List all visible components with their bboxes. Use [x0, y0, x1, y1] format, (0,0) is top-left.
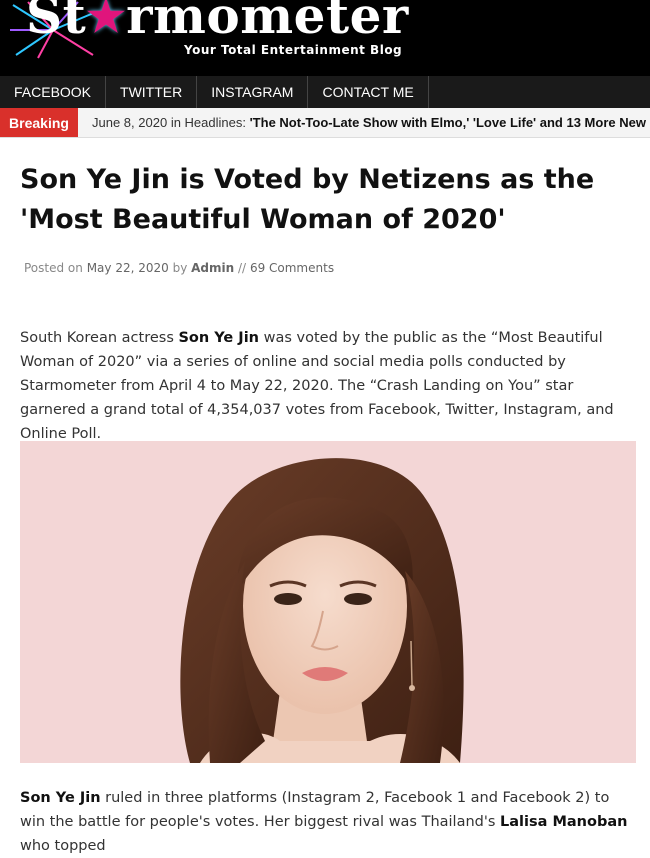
- p1-text-b: was voted by the public as the “Most Bea…: [20, 330, 614, 442]
- breaking-headline-link[interactable]: 'The Not-Too-Late Show with Elmo,' 'Love…: [250, 115, 646, 130]
- site-logo[interactable]: St★rmometer: [26, 0, 409, 45]
- site-header: St★rmometer Your Total Entertainment Blo…: [0, 0, 650, 76]
- logo-star-icon: ★: [86, 0, 127, 42]
- nav-item-facebook[interactable]: FACEBOOK: [0, 76, 107, 108]
- nav-item-contact-me[interactable]: CONTACT ME: [308, 76, 429, 108]
- p2-rival: Lalisa Manoban: [500, 814, 628, 830]
- article-title: Son Ye Jin is Voted by Netizens as the '…: [20, 164, 595, 235]
- meta-comments-link[interactable]: 69 Comments: [250, 261, 334, 275]
- breaking-in-text: in Headlines:: [170, 115, 246, 130]
- meta-posted-on: Posted on: [24, 261, 83, 275]
- breaking-date: June 8, 2020: [92, 115, 168, 130]
- article-photo: [20, 441, 636, 763]
- meta-separator: //: [238, 261, 247, 275]
- breaking-text: June 8, 2020 in Headlines: 'The Not-Too-…: [92, 108, 646, 137]
- article-meta: Posted on May 22, 2020 by Admin // 69 Co…: [24, 261, 334, 275]
- meta-by: by: [172, 261, 188, 275]
- nav-item-twitter[interactable]: TWITTER: [106, 76, 198, 108]
- nav-item-instagram[interactable]: INSTAGRAM: [197, 76, 309, 108]
- p1-text-a: South Korean actress: [20, 330, 179, 346]
- p1-name: Son Ye Jin: [178, 330, 259, 346]
- logo-text-suffix: rmometer: [126, 0, 409, 45]
- article-paragraph-2: Son Ye Jin ruled in three platforms (Ins…: [20, 786, 632, 858]
- article-paragraph-1: South Korean actress Son Ye Jin was vote…: [20, 326, 630, 446]
- meta-author-link[interactable]: Admin: [191, 261, 234, 275]
- breaking-news-ticker: Breaking June 8, 2020 in Headlines: 'The…: [0, 108, 650, 138]
- p2-text-b: who topped: [20, 838, 106, 854]
- main-nav: FACEBOOK TWITTER INSTAGRAM CONTACT ME: [0, 76, 650, 108]
- portrait-illustration: [20, 441, 636, 763]
- breaking-label: Breaking: [0, 108, 78, 137]
- p2-name: Son Ye Jin: [20, 790, 101, 806]
- logo-text-prefix: St: [26, 0, 87, 45]
- meta-date-link[interactable]: May 22, 2020: [87, 261, 169, 275]
- site-tagline: Your Total Entertainment Blog: [184, 43, 403, 57]
